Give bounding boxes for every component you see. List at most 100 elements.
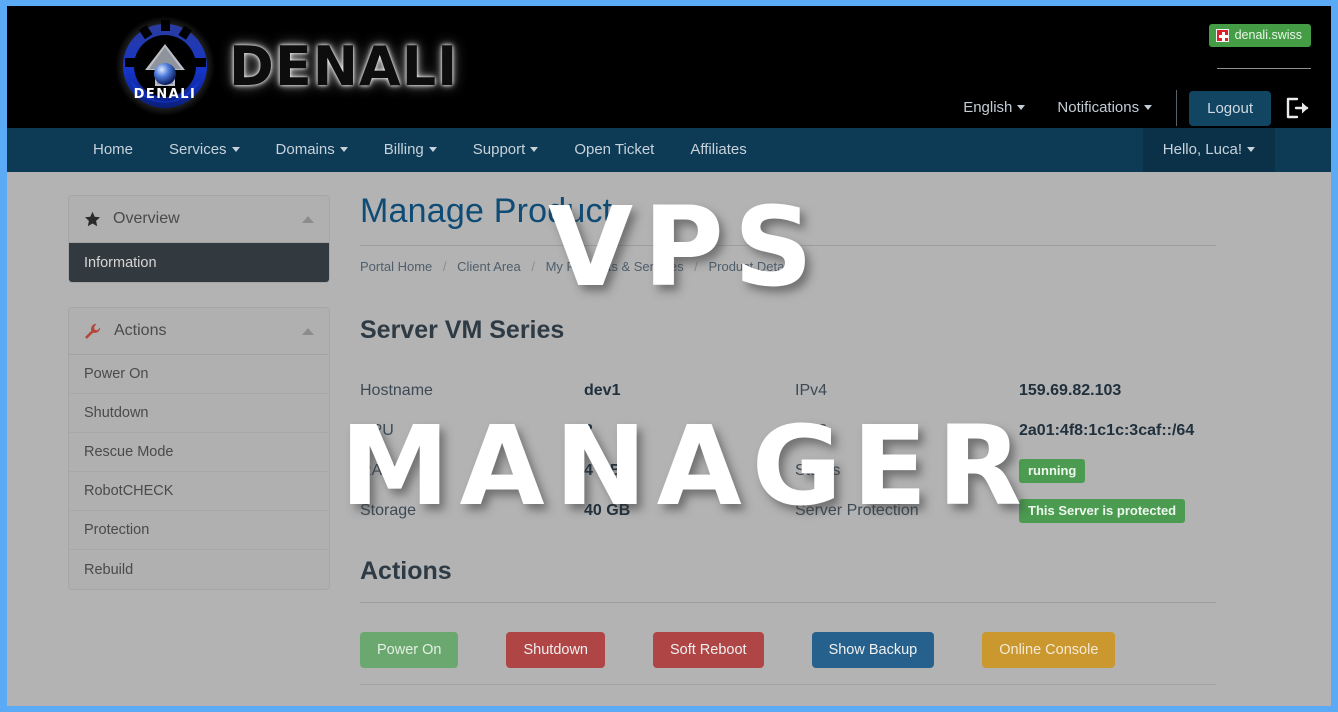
spec-label: Storage xyxy=(360,502,417,519)
breadcrumb-item-my-products-services[interactable]: My Products & Services xyxy=(546,259,684,274)
nav-label: Affiliates xyxy=(690,141,747,158)
breadcrumb-separator: / xyxy=(531,259,535,274)
sidebar-item-label: Information xyxy=(84,254,157,271)
language-selector[interactable]: English xyxy=(947,88,1041,128)
spec-row-hostname: Hostname dev1 xyxy=(360,371,795,411)
spec-label: Server Protection xyxy=(795,502,919,519)
sidebar-item-robotcheck[interactable]: RobotCHECK xyxy=(69,472,329,511)
spec-row-ipv6: IPv6 2a01:4f8:1c1c:3caf::/64 xyxy=(795,411,1230,451)
spec-value-hostname: dev1 xyxy=(584,382,621,399)
logo-wordmark: DENALI xyxy=(229,34,459,98)
nav-item-services[interactable]: Services xyxy=(151,128,258,172)
notifications-menu[interactable]: Notifications xyxy=(1041,88,1168,128)
site-domain-badge[interactable]: denali.swiss xyxy=(1208,24,1311,47)
soft-reboot-button[interactable]: Soft Reboot xyxy=(652,632,764,668)
page-content: Overview Information Actions Power On Sh… xyxy=(7,172,1331,706)
logout-button[interactable]: Logout xyxy=(1189,90,1271,126)
spec-label: RAM xyxy=(360,462,396,479)
sidebar-item-label: Protection xyxy=(84,522,150,538)
chevron-down-icon xyxy=(428,147,437,153)
chevron-down-icon xyxy=(1144,105,1153,111)
header-divider xyxy=(1217,68,1311,69)
sidebar-item-power-on[interactable]: Power On xyxy=(69,355,329,394)
site-logo[interactable]: DENALI DENALI xyxy=(113,14,458,118)
sidebar-panel-overview: Overview Information xyxy=(68,195,330,283)
sidebar-item-label: Rebuild xyxy=(84,561,134,578)
nav-label: Services xyxy=(169,141,227,158)
chevron-down-icon xyxy=(339,147,348,153)
spec-label: Status xyxy=(795,462,841,479)
sidebar-item-label: Rescue Mode xyxy=(84,444,174,460)
breadcrumb-item-product-details: Product Details xyxy=(708,259,797,274)
page-title: Manage Product xyxy=(360,192,613,230)
status-badge: running xyxy=(1019,459,1086,483)
nav-item-open-ticket[interactable]: Open Ticket xyxy=(556,128,672,172)
swiss-flag-icon xyxy=(1215,28,1229,42)
nav-item-billing[interactable]: Billing xyxy=(366,128,455,172)
svg-text:DENALI: DENALI xyxy=(134,87,197,102)
spec-row-storage: Storage 40 GB xyxy=(360,491,795,531)
sidebar-item-rebuild[interactable]: Rebuild xyxy=(69,550,329,589)
nav-label: Open Ticket xyxy=(574,141,655,158)
sidebar-item-rescue-mode[interactable]: Rescue Mode xyxy=(69,433,329,472)
spec-row-status: Status running xyxy=(795,451,1230,491)
sidebar-item-label: Power On xyxy=(84,366,149,382)
star-icon xyxy=(84,211,101,228)
nav-item-support[interactable]: Support xyxy=(455,128,557,172)
breadcrumb-separator: / xyxy=(694,259,698,274)
chevron-down-icon xyxy=(1247,147,1255,153)
spec-value-ipv6: 2a01:4f8:1c1c:3caf::/64 xyxy=(1019,422,1195,439)
nav-label: Billing xyxy=(383,141,424,158)
shutdown-button[interactable]: Shutdown xyxy=(506,632,605,668)
show-backup-button[interactable]: Show Backup xyxy=(811,632,935,668)
sidebar-panel-actions-header[interactable]: Actions xyxy=(69,308,329,355)
sidebar-panel-actions: Actions Power On Shutdown Rescue Mode Ro… xyxy=(68,307,330,590)
browser-frame: DENALI DENALI denali.swiss English Notif… xyxy=(0,0,1338,712)
nav-label: Domains xyxy=(275,141,335,158)
breadcrumb-item-portal-home[interactable]: Portal Home xyxy=(360,259,432,274)
product-series-title: Server VM Series xyxy=(360,316,565,344)
sidebar-item-label: RobotCHECK xyxy=(84,483,174,499)
chevron-down-icon xyxy=(1017,105,1026,111)
sidebar-panel-actions-title: Actions xyxy=(114,322,167,339)
spec-label: IPv4 xyxy=(795,382,828,399)
power-on-button[interactable]: Power On xyxy=(360,632,459,668)
spec-value-ram: 4 GB xyxy=(584,462,622,479)
sidebar-item-shutdown[interactable]: Shutdown xyxy=(69,394,329,433)
sidebar: Overview Information Actions Power On Sh… xyxy=(68,195,330,614)
nav-label: Support xyxy=(472,141,526,158)
nav-item-domains[interactable]: Domains xyxy=(258,128,366,172)
action-buttons: Power On Shutdown Soft Reboot Show Backu… xyxy=(360,603,1230,668)
spec-value-storage: 40 GB xyxy=(584,502,631,519)
user-menu-label: Hello, Luca! xyxy=(1162,141,1242,158)
protection-badge: This Server is protected xyxy=(1019,499,1186,523)
user-menu[interactable]: Hello, Luca! xyxy=(1142,128,1275,172)
sidebar-panel-overview-header[interactable]: Overview xyxy=(69,196,329,243)
header-nav: English Notifications Logout xyxy=(947,88,1315,128)
online-console-button[interactable]: Online Console xyxy=(982,632,1116,668)
server-specs-right: IPv4 159.69.82.103 IPv6 2a01:4f8:1c1c:3c… xyxy=(795,371,1230,531)
breadcrumb-item-client-area[interactable]: Client Area xyxy=(457,259,521,274)
sidebar-item-information[interactable]: Information xyxy=(69,243,329,282)
spec-row-ipv4: IPv4 159.69.82.103 xyxy=(795,371,1230,411)
main-column: Manage Product Portal Home / Client Area… xyxy=(360,172,1230,668)
main-navbar: Home Services Domains Billing Support Op… xyxy=(7,128,1331,172)
wrench-icon xyxy=(84,323,102,340)
denali-globe-logo-icon: DENALI xyxy=(113,14,217,118)
nav-item-affiliates[interactable]: Affiliates xyxy=(672,128,764,172)
nav-item-home[interactable]: Home xyxy=(75,128,151,172)
sidebar-panel-overview-title: Overview xyxy=(113,210,180,227)
site-domain-label: denali.swiss xyxy=(1234,28,1302,42)
spec-label: CPU xyxy=(360,422,394,439)
language-label: English xyxy=(963,99,1013,116)
spec-row-server-protection: Server Protection This Server is protect… xyxy=(795,491,1230,531)
breadcrumb: Portal Home / Client Area / My Products … xyxy=(360,246,1230,274)
notifications-label: Notifications xyxy=(1057,99,1140,116)
sidebar-item-protection[interactable]: Protection xyxy=(69,511,329,550)
sign-out-icon[interactable] xyxy=(1285,96,1311,120)
chevron-up-icon[interactable] xyxy=(302,215,314,223)
breadcrumb-separator: / xyxy=(442,259,447,274)
actions-section-title: Actions xyxy=(360,557,452,585)
chevron-down-icon xyxy=(530,147,539,153)
chevron-up-icon[interactable] xyxy=(302,327,314,335)
